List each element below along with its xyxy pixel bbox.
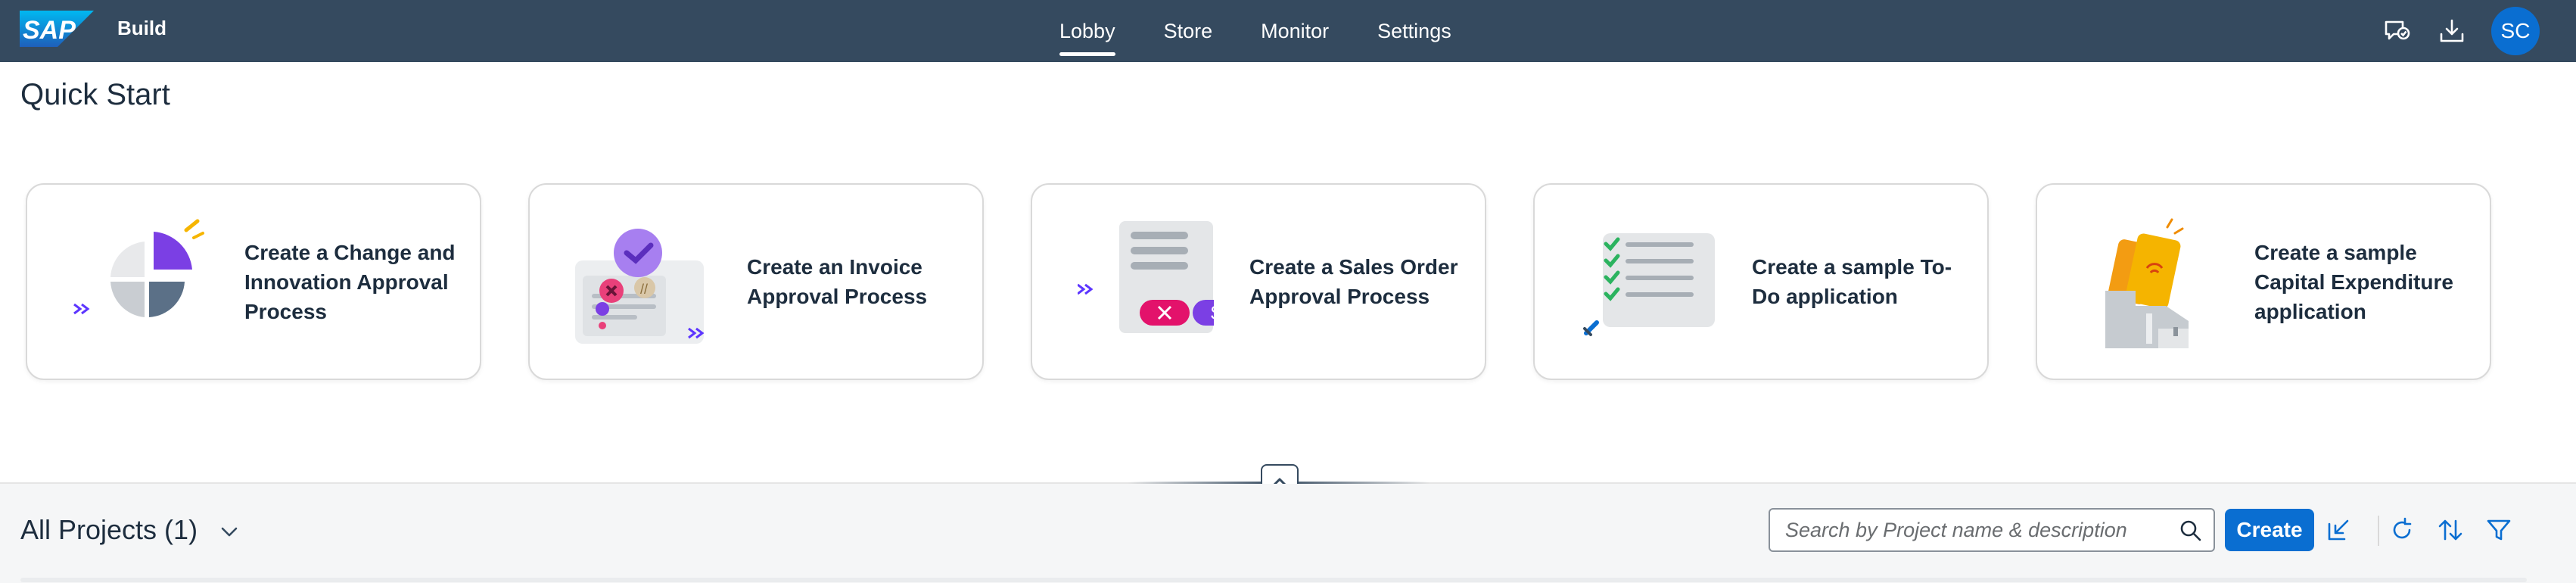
user-avatar[interactable]: SC — [2491, 7, 2540, 55]
capital-expenditure-illustration — [2105, 218, 2189, 348]
sort-icon[interactable] — [2434, 513, 2467, 547]
nav-tab-settings[interactable]: Settings — [1377, 0, 1451, 62]
project-list-top-edge — [20, 578, 2527, 582]
sap-logo[interactable]: SAP — [20, 11, 94, 47]
project-search-input[interactable] — [1770, 518, 2164, 542]
project-search-field[interactable] — [1769, 508, 2215, 552]
pie-chart-illustration — [73, 219, 204, 317]
invoice-illustration: // — [575, 229, 705, 344]
sales-order-illustration: $ — [1078, 221, 1214, 333]
card-label: Create an Invoice Approval Process — [747, 255, 928, 308]
product-name: Build — [117, 17, 166, 39]
import-icon[interactable] — [2322, 513, 2355, 547]
shell-bar: SAP Build Lobby Store Monitor Settings S… — [0, 0, 2576, 62]
card-label: Create a Sales Order Approval Process — [1249, 255, 1458, 308]
todo-list-illustration — [1583, 233, 1715, 336]
download-icon[interactable] — [2436, 15, 2468, 47]
projects-toolbar: All Projects (1) Create — [0, 484, 2576, 583]
toolbar-separator — [2378, 516, 2379, 546]
create-project-button[interactable]: Create — [2225, 509, 2314, 551]
quick-start-card-invoice[interactable]: // Create an Invoice Approval Process — [528, 183, 984, 380]
nav-tab-lobby[interactable]: Lobby — [1059, 0, 1115, 62]
quick-start-title: Quick Start — [20, 78, 170, 111]
feedback-icon[interactable] — [2381, 15, 2413, 47]
top-navigation: Lobby Store Monitor Settings — [1059, 0, 1500, 62]
card-label: Create a sample Capital Expenditure appl… — [2254, 240, 2453, 323]
quick-start-card-capex[interactable]: Create a sample Capital Expenditure appl… — [2036, 183, 2491, 380]
quick-start-card-sales-order[interactable]: $ Create a Sales Order Approval Process — [1031, 183, 1486, 380]
chevron-down-icon — [221, 527, 238, 537]
projects-title: All Projects (1) — [20, 514, 198, 545]
svg-text:$: $ — [1211, 301, 1214, 324]
filter-icon[interactable] — [2482, 513, 2515, 547]
nav-tab-monitor[interactable]: Monitor — [1261, 0, 1329, 62]
nav-tab-store[interactable]: Store — [1164, 0, 1213, 62]
refresh-icon[interactable] — [2385, 513, 2419, 547]
quick-start-card-todo[interactable]: Create a sample To-Do application — [1533, 183, 1989, 380]
svg-text:SAP: SAP — [23, 16, 76, 45]
search-icon[interactable] — [2179, 519, 2203, 543]
quick-start-card-change-innovation[interactable]: Create a Change and Innovation Approval … — [26, 183, 481, 380]
projects-filter-dropdown[interactable]: All Projects (1) — [20, 514, 240, 546]
svg-text://: // — [640, 282, 648, 297]
card-label: Create a sample To-Do application — [1752, 255, 1952, 308]
card-label: Create a Change and Innovation Approval … — [244, 240, 456, 323]
